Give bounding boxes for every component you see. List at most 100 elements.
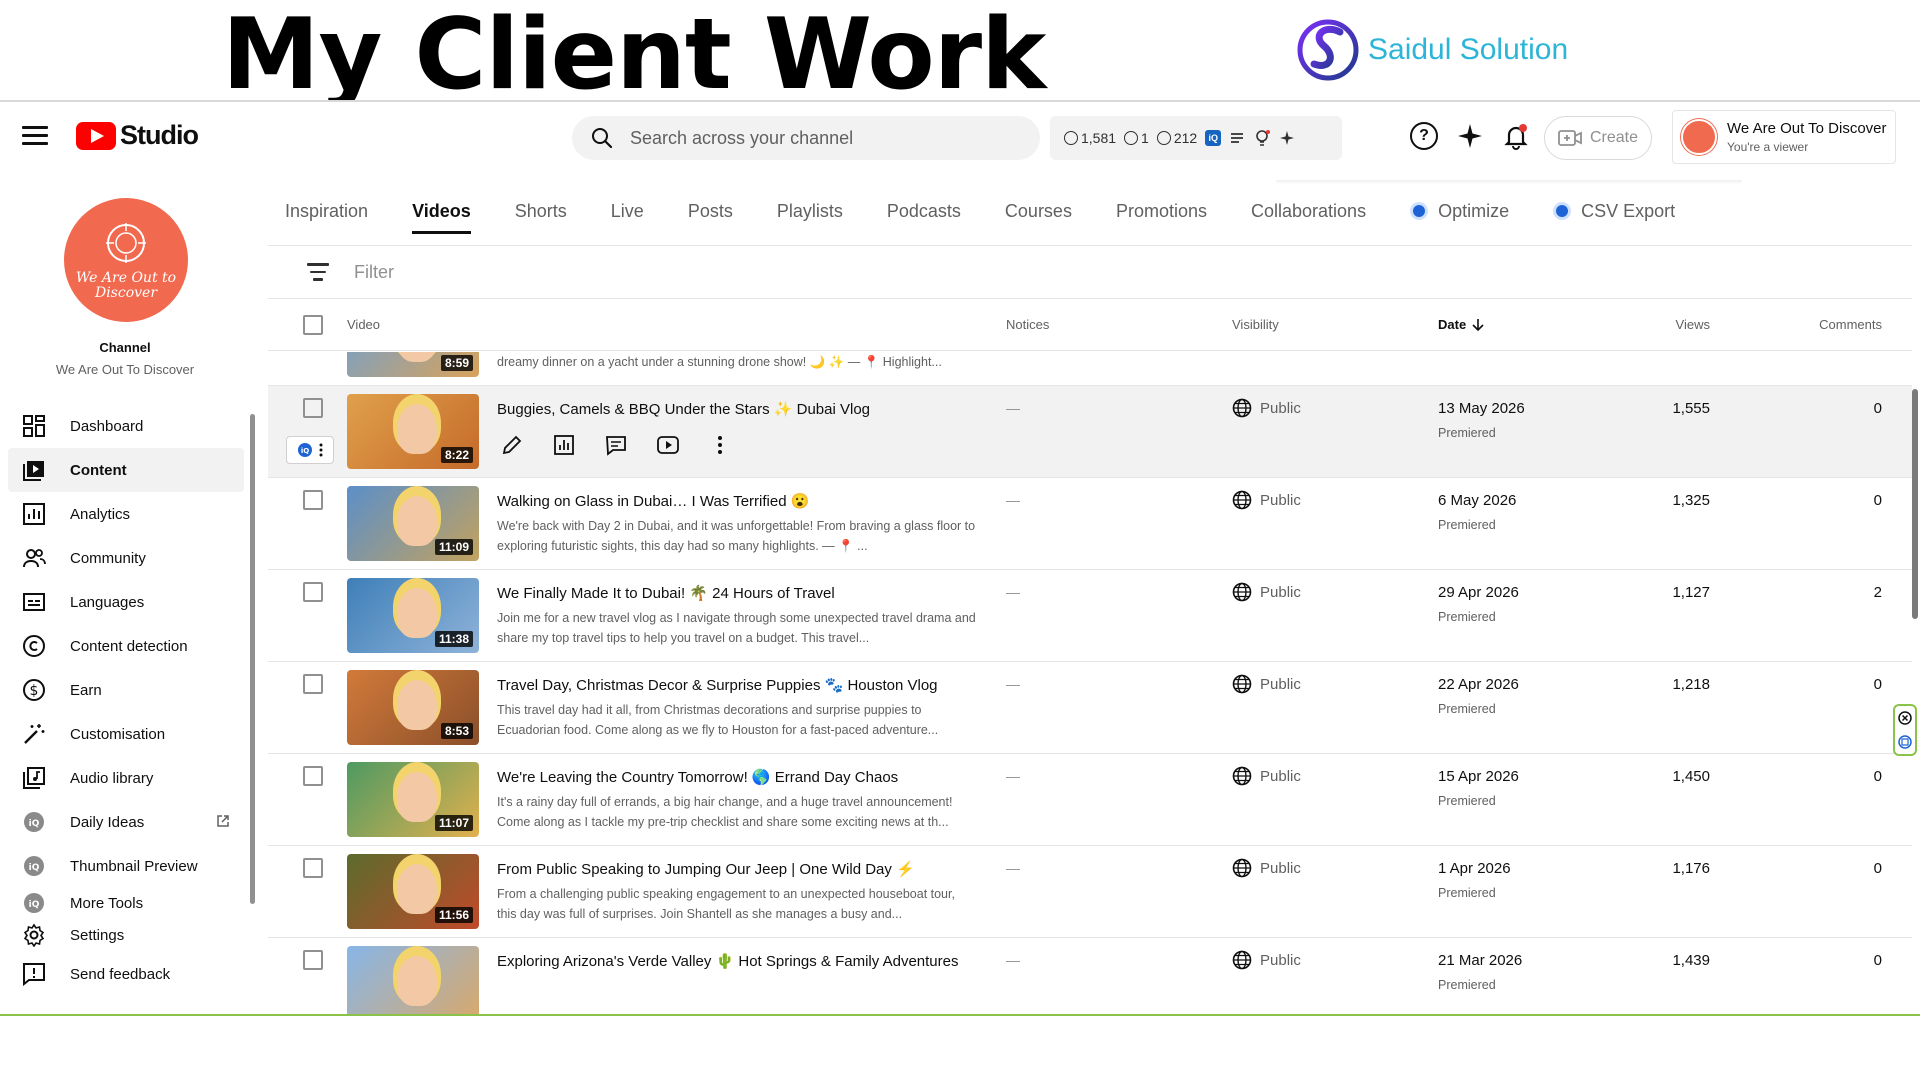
sidebar-item-content-detection[interactable]: Content detection	[8, 624, 244, 668]
sidebar-item-dashboard[interactable]: Dashboard	[8, 404, 244, 448]
video-title[interactable]: We're Leaving the Country Tomorrow! 🌎 Er…	[497, 768, 898, 786]
row-checkbox[interactable]	[303, 674, 323, 694]
video-thumbnail[interactable]: 11:07	[347, 762, 479, 837]
sidebar-item-more-tools[interactable]: iQ More Tools	[8, 888, 244, 918]
video-title[interactable]: We Finally Made It to Dubai! 🌴 24 Hours …	[497, 584, 835, 602]
vidiq-icon[interactable]	[1898, 735, 1912, 749]
video-thumbnail[interactable]: 8:53	[347, 670, 479, 745]
thumbnail-face	[397, 864, 437, 914]
tab-live[interactable]: Live	[611, 178, 644, 244]
select-all-checkbox[interactable]	[303, 315, 323, 335]
account-switcher[interactable]: We Are Out To Discover You're a viewer	[1672, 110, 1896, 164]
video-title[interactable]: Travel Day, Christmas Decor & Surprise P…	[497, 676, 938, 694]
row-checkbox[interactable]	[303, 490, 323, 510]
sidebar-item-languages[interactable]: Languages	[8, 580, 244, 624]
sparkle-icon[interactable]	[1279, 130, 1295, 146]
analytics-icon[interactable]	[549, 430, 579, 460]
video-thumbnail[interactable]	[347, 946, 479, 1014]
video-title[interactable]: Walking on Glass in Dubai… I Was Terrifi…	[497, 492, 809, 510]
more-vert-icon[interactable]	[705, 430, 735, 460]
search-bar[interactable]	[572, 116, 1040, 160]
create-button[interactable]: Create	[1544, 116, 1652, 160]
video-thumbnail[interactable]: 11:56	[347, 854, 479, 929]
video-thumbnail[interactable]: 11:38	[347, 578, 479, 653]
sidebar-item-settings[interactable]: Settings	[8, 918, 244, 952]
bell-icon[interactable]	[1502, 122, 1530, 150]
tab-courses[interactable]: Courses	[1005, 178, 1072, 244]
sidebar-item-thumbnail-preview[interactable]: iQ Thumbnail Preview	[8, 844, 244, 888]
visibility-cell[interactable]: Public	[1232, 398, 1301, 418]
table-row[interactable]: 11:09 Walking on Glass in Dubai… I Was Te…	[268, 478, 1912, 570]
filter-input[interactable]	[354, 261, 754, 283]
tab-shorts[interactable]: Shorts	[515, 178, 567, 244]
tab-inspiration[interactable]: Inspiration	[285, 178, 368, 244]
table-row[interactable]: 11:56 From Public Speaking to Jumping Our…	[268, 846, 1912, 938]
tab-videos[interactable]: Videos	[412, 178, 471, 244]
tab-optimize[interactable]: Optimize	[1410, 178, 1509, 244]
vidiq-row-menu[interactable]: iQ	[286, 436, 334, 464]
video-thumbnail[interactable]: 11:09	[347, 486, 479, 561]
visibility-cell[interactable]: Public	[1232, 950, 1301, 970]
channel-avatar[interactable]: We Are Out to Discover	[64, 198, 188, 322]
video-duration: 11:07	[434, 815, 473, 831]
close-icon[interactable]	[1898, 711, 1912, 725]
video-title[interactable]: Buggies, Camels & BBQ Under the Stars ✨ …	[497, 400, 870, 418]
table-row[interactable]: 8:59Drone Shows, Yacht Nights & Living I…	[268, 352, 1912, 386]
visibility-cell[interactable]: Public	[1232, 766, 1301, 786]
vidiq-icon[interactable]: iQ	[1205, 130, 1222, 146]
table-row[interactable]: 8:53 Travel Day, Christmas Decor & Surpri…	[268, 662, 1912, 754]
help-icon[interactable]: ?	[1410, 122, 1438, 150]
bulb-icon[interactable]	[1253, 129, 1271, 147]
video-thumbnail[interactable]: 8:22	[347, 394, 479, 469]
sidebar-item-customisation[interactable]: Customisation	[8, 712, 244, 756]
tab-playlists[interactable]: Playlists	[777, 178, 843, 244]
sidebar-item-analytics[interactable]: Analytics	[8, 492, 244, 536]
floating-widget[interactable]	[1893, 704, 1917, 756]
video-title[interactable]: From Public Speaking to Jumping Our Jeep…	[497, 860, 915, 878]
row-checkbox[interactable]	[303, 950, 323, 970]
sidebar-item-send-feedback[interactable]: Send feedback	[8, 952, 244, 996]
row-checkbox[interactable]	[303, 766, 323, 786]
table-row[interactable]: Exploring Arizona's Verde Valley 🌵 Hot S…	[268, 938, 1912, 1014]
tab-podcasts[interactable]: Podcasts	[887, 178, 961, 244]
visibility-cell[interactable]: Public	[1232, 490, 1301, 510]
sidebar-item-content[interactable]: Content	[8, 448, 244, 492]
comments-icon[interactable]	[601, 430, 631, 460]
studio-logo[interactable]: Studio	[76, 120, 199, 151]
tab-collaborations[interactable]: Collaborations	[1251, 178, 1366, 244]
sidebar-item-community[interactable]: Community	[8, 536, 244, 580]
visibility-cell[interactable]: Public	[1232, 674, 1301, 694]
row-checkbox[interactable]	[303, 398, 323, 418]
tab-promotions[interactable]: Promotions	[1116, 178, 1207, 244]
header-date-label: Date	[1438, 317, 1467, 332]
visibility-label: Public	[1260, 859, 1301, 877]
edit-pencil-icon[interactable]	[497, 430, 527, 460]
visibility-label: Public	[1260, 491, 1301, 509]
hamburger-menu-button[interactable]	[22, 126, 48, 148]
sidebar-scrollbar[interactable]	[250, 404, 255, 994]
visibility-cell[interactable]: Public	[1232, 858, 1301, 878]
top-icons: ?	[1410, 122, 1530, 150]
stats-widget[interactable]: 1,581 1 212 iQ	[1050, 116, 1342, 160]
table-row[interactable]: 8:22 Buggies, Camels & BBQ Under the Star…	[268, 386, 1912, 478]
sparkle-icon[interactable]	[1456, 122, 1484, 150]
table-row[interactable]: 11:07 We're Leaving the Country Tomorrow!…	[268, 754, 1912, 846]
visibility-cell[interactable]: Public	[1232, 582, 1301, 602]
table-row[interactable]: 11:38 We Finally Made It to Dubai! 🌴 24 H…	[268, 570, 1912, 662]
filter-icon[interactable]	[300, 258, 336, 286]
header-date[interactable]: Date	[1438, 317, 1484, 332]
list-icon[interactable]	[1229, 130, 1245, 146]
sidebar-item-daily-ideas[interactable]: iQ Daily Ideas	[8, 800, 244, 844]
video-title[interactable]: Exploring Arizona's Verde Valley 🌵 Hot S…	[497, 952, 958, 970]
tab-csv-export[interactable]: CSV Export	[1553, 178, 1675, 244]
video-thumbnail[interactable]: 8:59	[347, 352, 479, 377]
search-input[interactable]	[630, 127, 1010, 149]
magic-wand-icon	[22, 722, 46, 746]
tab-posts[interactable]: Posts	[688, 178, 733, 244]
row-checkbox[interactable]	[303, 582, 323, 602]
youtube-play-icon[interactable]	[653, 430, 683, 460]
main-scrollbar[interactable]	[1912, 389, 1918, 619]
sidebar-item-earn[interactable]: $ Earn	[8, 668, 244, 712]
row-checkbox[interactable]	[303, 858, 323, 878]
sidebar-item-audio-library[interactable]: Audio library	[8, 756, 244, 800]
